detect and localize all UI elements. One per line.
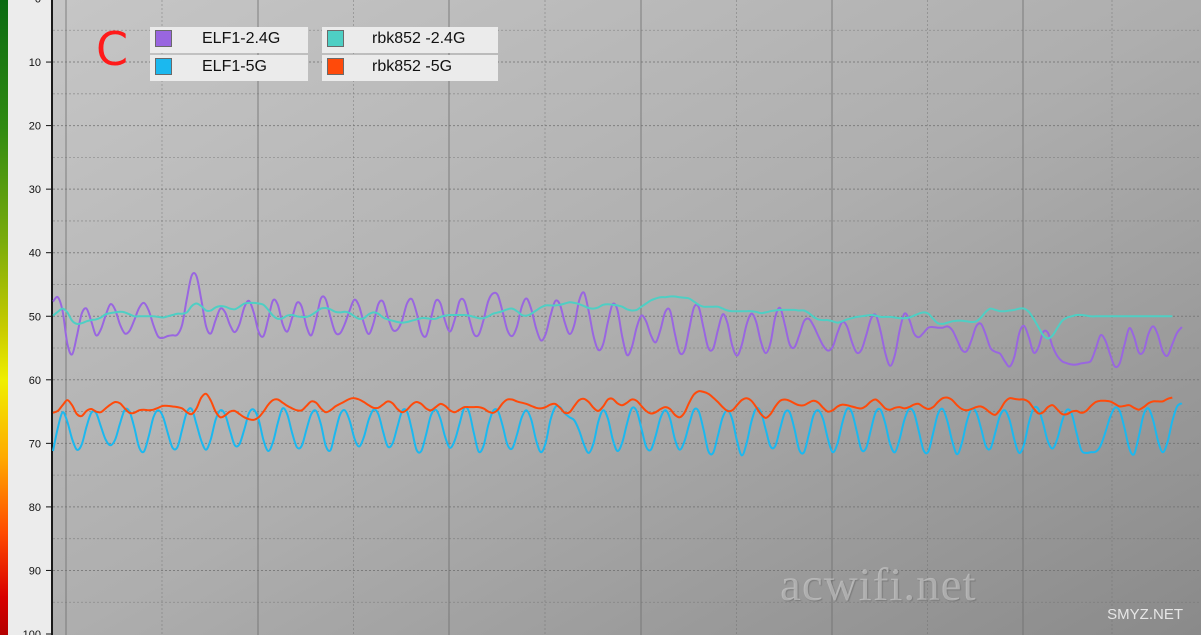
legend-item-rbk852-2-4g: rbk852 -2.4G xyxy=(322,27,498,53)
series-line-rbk852-5g xyxy=(52,390,1173,421)
y-tick-label: 60 xyxy=(29,375,41,387)
y-tick-label: 100 xyxy=(23,629,41,635)
y-tick-label: 20 xyxy=(29,121,41,133)
legend-swatch-rbk852-5g xyxy=(327,58,344,75)
legend-label-rbk852-5g: rbk852 -5G xyxy=(372,58,453,75)
legend-swatch-rbk852-2-4g xyxy=(327,30,344,47)
legend-item-rbk852-5g: rbk852 -5G xyxy=(322,55,498,81)
series-line-rbk852-2-4g xyxy=(52,295,1173,340)
panel-label: C xyxy=(96,22,129,76)
legend-label-elf1-2-4g: ELF1-2.4G xyxy=(202,30,281,47)
legend-label-rbk852-2-4g: rbk852 -2.4G xyxy=(372,30,466,47)
y-tick-label: 40 xyxy=(29,248,41,260)
watermark-text: acwifi.net xyxy=(780,559,977,611)
y-tick-label: 80 xyxy=(29,502,41,514)
legend-item-elf1-2-4g: ELF1-2.4G xyxy=(150,27,308,53)
legend-label-elf1-5g: ELF1-5G xyxy=(202,58,267,75)
y-tick-label: 30 xyxy=(29,184,41,196)
chart-svg: 0 10 20 30 40 50 60 70 80 90 100 xyxy=(23,0,1201,635)
series-line-elf1-2-4g xyxy=(52,272,1183,369)
series-layer xyxy=(52,272,1183,457)
credit-text: SMYZ.NET xyxy=(1107,606,1183,623)
y-tick-label: 50 xyxy=(29,311,41,323)
legend-swatch-elf1-5g xyxy=(155,58,172,75)
chart-root: 0 10 20 30 40 50 60 70 80 90 100 ELF1-2.4G ELF1-5G… xyxy=(0,0,1201,635)
y-tick-label: 70 xyxy=(29,438,41,450)
legend-item-elf1-5g: ELF1-5G xyxy=(150,55,308,81)
y-tick-label: 10 xyxy=(29,57,41,69)
y-tick-label: 0 xyxy=(35,0,41,6)
y-tick-layer: 0 10 20 30 40 50 60 70 80 90 100 xyxy=(23,0,51,635)
grid-layer xyxy=(53,0,1201,635)
series-line-elf1-5g xyxy=(52,402,1183,457)
legend-swatch-elf1-2-4g xyxy=(155,30,172,47)
legend: ELF1-2.4G ELF1-5G rbk852 -2.4G rbk852 -5… xyxy=(150,27,500,83)
y-tick-label: 90 xyxy=(29,565,41,577)
